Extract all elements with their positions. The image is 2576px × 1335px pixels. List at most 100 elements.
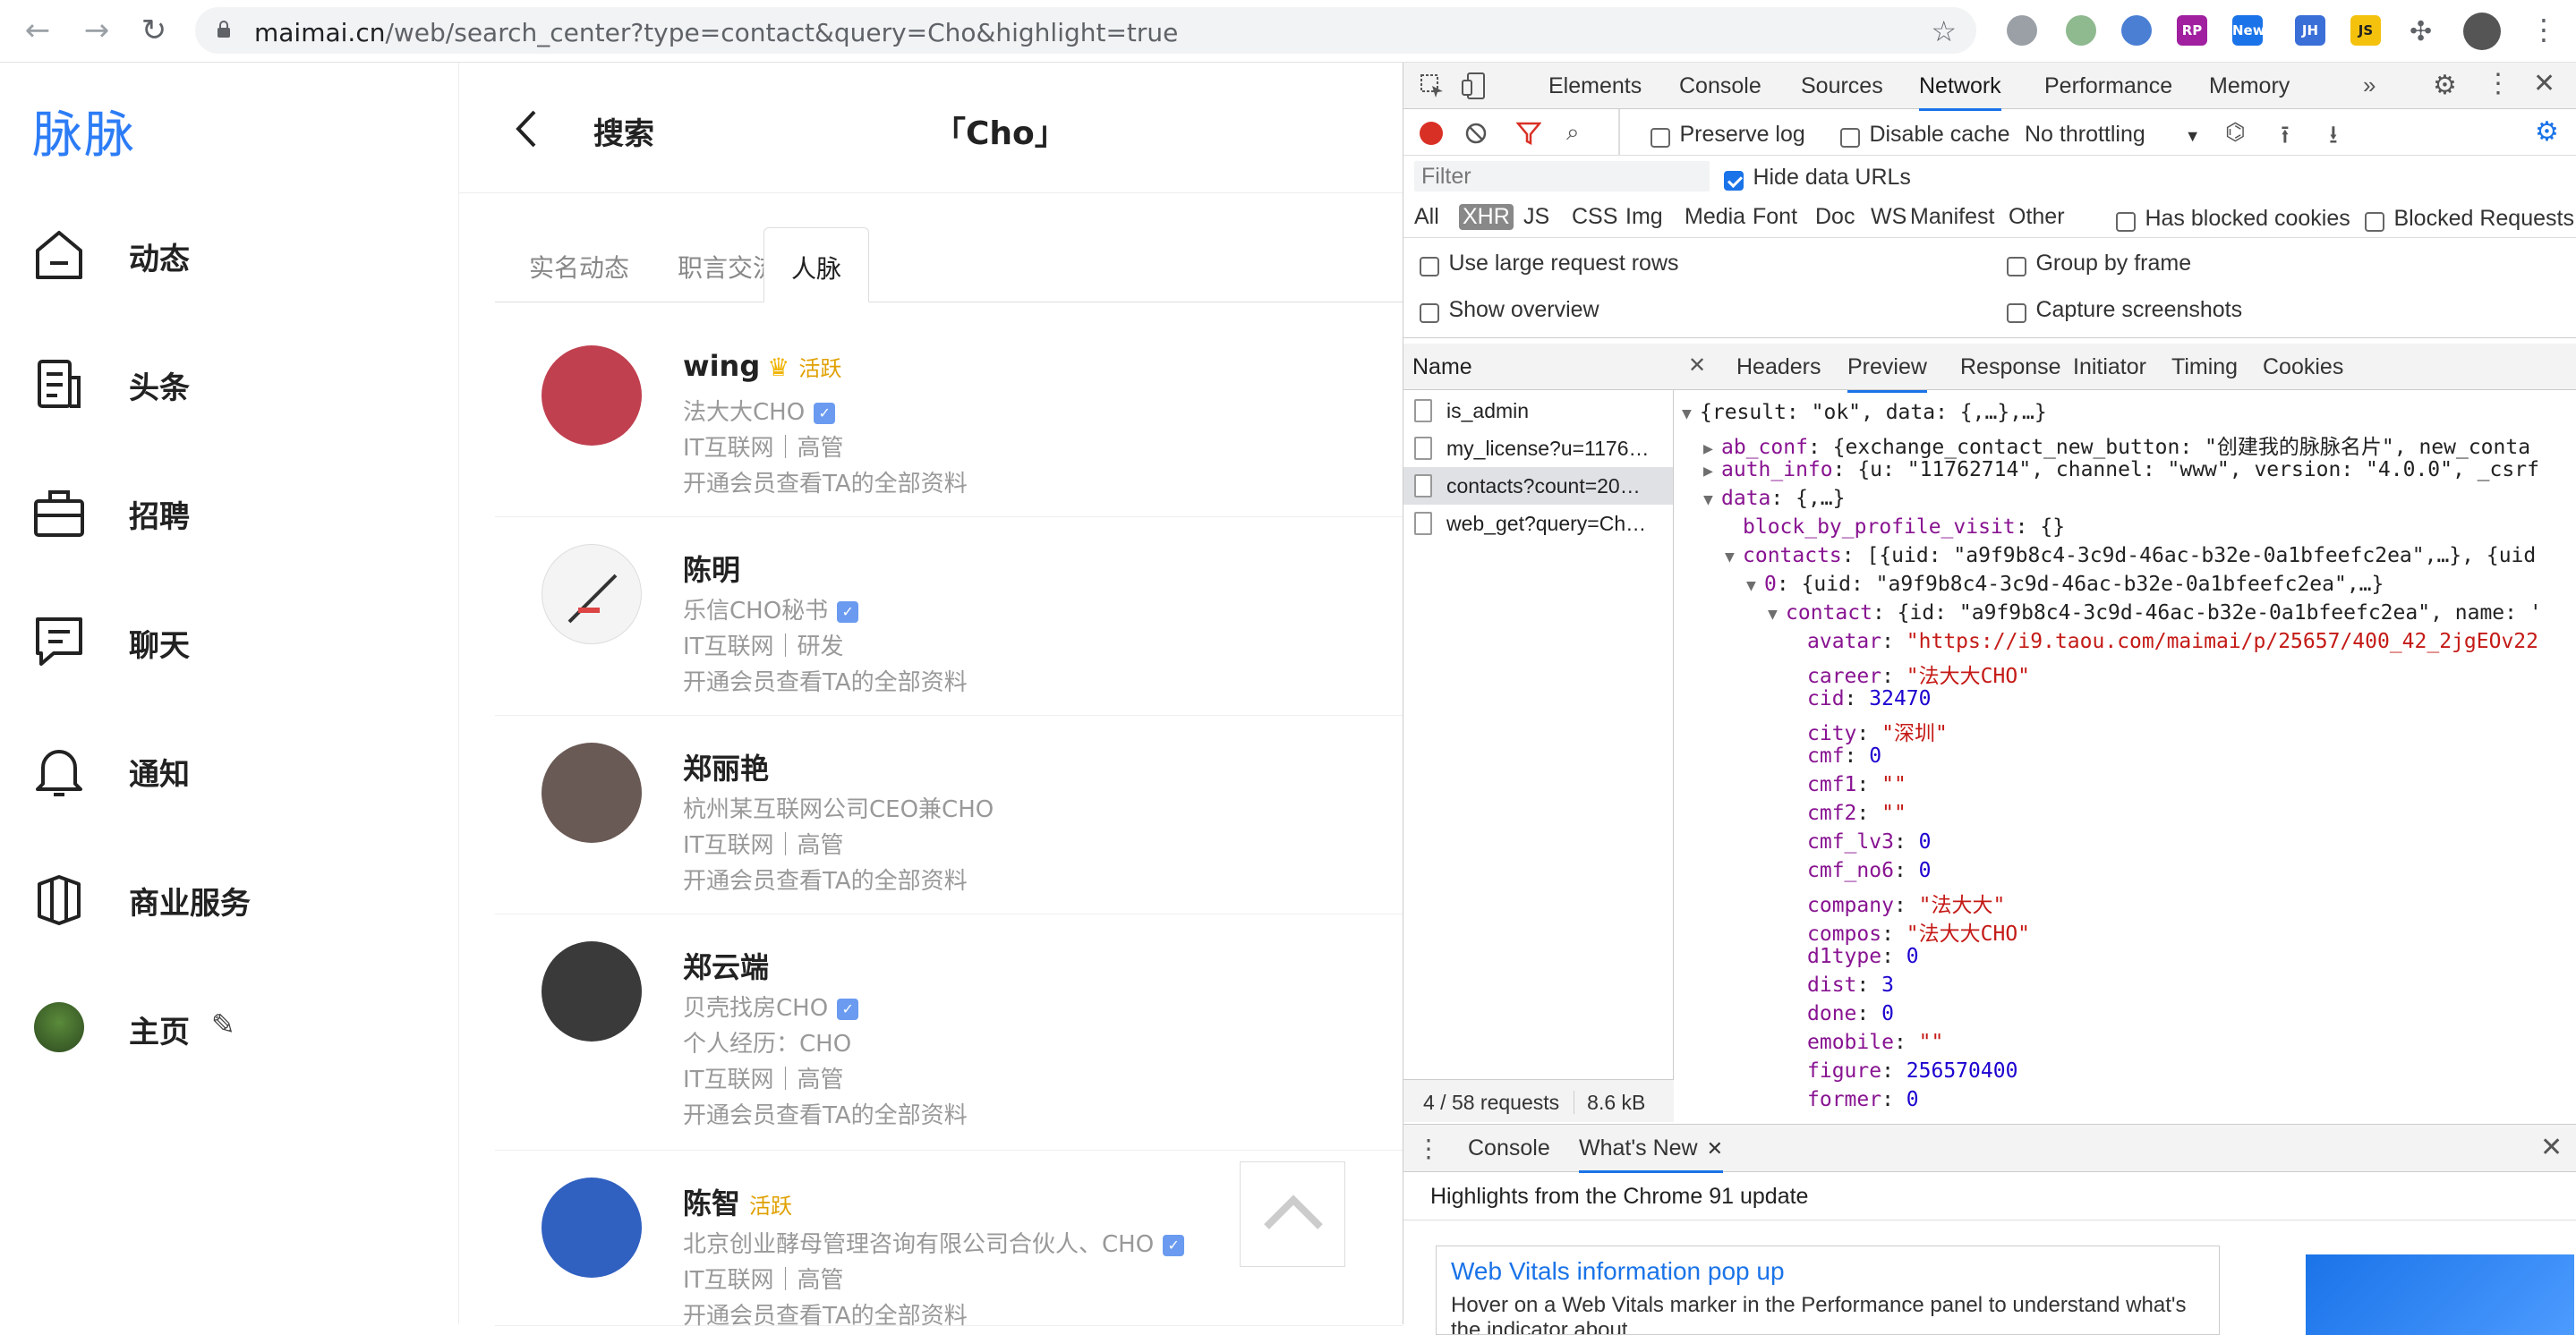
request-row[interactable]: is_admin [1403,392,1673,429]
hide-data-urls-checkbox[interactable]: Hide data URLs [1724,165,1911,191]
list-item[interactable]: wing♛活跃法大大CHO✓IT互联网｜高管开通会员查看TA的全部资料✎ [495,319,1866,517]
disable-cache-checkbox[interactable]: Disable cache [1840,122,2009,148]
close-detail-icon[interactable]: ✕ [1688,353,1706,378]
contact-name[interactable]: wing ♛ 活跃 [683,349,841,383]
expanded-triangle-icon[interactable]: ▼ [1682,404,1700,423]
type-filter-xhr[interactable]: XHR [1459,204,1514,230]
tab-elements[interactable]: Elements [1548,73,1642,99]
drawer-tab-console[interactable]: Console [1468,1135,1550,1161]
collapsed-triangle-icon[interactable]: ▶ [1703,462,1721,480]
show-overview-checkbox[interactable]: Show overview [1420,297,1599,323]
request-row[interactable]: contacts?count=20… [1403,467,1673,505]
list-item[interactable]: 郑丽艳杭州某互联网公司CEO兼CHOIT互联网｜高管开通会员查看TA的全部资料✎ [495,716,1866,914]
list-item[interactable]: 郑云端 贝壳找房CHO ✓ 个人经历：CHO IT互联网｜高管 开通会员查看TA的全部资料… [495,914,1866,1151]
member-cta[interactable]: 开通会员查看TA的全部资料 [683,1097,968,1130]
avatar[interactable] [542,345,642,446]
tree-node[interactable]: ▶ auth_info: {u: "11762714", channel: "ww… [1703,458,2539,481]
sidebar-item-home[interactable]: 动态 [32,224,426,286]
bookmark-star-icon[interactable]: ☆ [1931,14,1957,48]
type-filter-other[interactable]: Other [2009,204,2065,230]
close-tab-icon[interactable]: ✕ [1707,1137,1723,1160]
back-chevron-icon[interactable] [515,109,538,149]
tab-headers[interactable]: Headers [1736,354,1821,380]
contact-name[interactable]: 陈智 活跃 [683,1181,792,1222]
chrome-menu-icon[interactable]: ⋮ [2529,13,2558,47]
member-cta[interactable]: 开通会员查看TA的全部资料 [683,1297,968,1331]
download-har-icon[interactable]: ⭳ [2329,116,2338,159]
js-ext-icon[interactable]: JS [2350,15,2381,46]
tab-sources[interactable]: Sources [1801,73,1883,99]
preserve-log-checkbox[interactable]: Preserve log [1651,122,1805,148]
whats-new-card[interactable]: Web Vitals information pop up Hover on a… [1436,1246,2220,1335]
filter-input[interactable]: Filter [1414,161,1710,191]
contact-name[interactable]: 陈明 [683,548,740,589]
member-cta[interactable]: 开通会员查看TA的全部资料 [683,465,968,498]
member-cta[interactable]: 开通会员查看TA的全部资料 [683,863,968,896]
tree-node[interactable]: ▶ ab_conf: {exchange_contact_new_button: … [1703,429,2530,460]
tab-contacts[interactable]: 人脉 [763,227,870,302]
member-cta[interactable]: 开通会员查看TA的全部资料 [683,664,968,697]
jh-ext-icon[interactable]: JH [2295,15,2325,46]
tab-initiator[interactable]: Initiator [2073,354,2146,380]
sidebar-item-business[interactable]: 商业服务 [32,868,426,931]
expanded-triangle-icon[interactable]: ▼ [1703,490,1721,509]
drawer-tab-whatsnew[interactable]: What's New ✕ [1579,1135,1724,1173]
tree-node[interactable]: ▼ contact: {id: "a9f9b8c4-3c9d-46ac-b32e-… [1768,601,2542,625]
tab-moments[interactable]: 实名动态 [529,249,629,285]
tab-console[interactable]: Console [1679,73,1761,99]
device-toolbar-icon[interactable] [1461,72,1488,100]
avatar[interactable] [542,544,642,644]
network-settings-icon[interactable]: ⚙ [2535,116,2559,148]
group-by-frame-checkbox[interactable]: Group by frame [2007,251,2191,276]
contact-name[interactable]: 郑丽艳 [683,746,769,787]
type-filter-manifest[interactable]: Manifest [1910,204,1994,230]
sidebar-item-briefcase[interactable]: 招聘 [32,481,426,544]
type-filter-doc[interactable]: Doc [1815,204,1855,230]
throttling-select[interactable]: No throttling ▼ [2025,122,2201,148]
expanded-triangle-icon[interactable]: ▼ [1725,548,1743,566]
tab-network[interactable]: Network [1919,73,2001,111]
extensions-puzzle-icon[interactable]: ✣ [2410,16,2432,47]
type-filter-media[interactable]: Media [1685,204,1745,230]
maimai-logo[interactable]: 脉脉 [32,95,136,167]
type-filter-img[interactable]: Img [1625,204,1663,230]
tab-memory[interactable]: Memory [2209,73,2290,99]
filter-funnel-icon[interactable] [1516,122,1541,145]
large-rows-checkbox[interactable]: Use large request rows [1420,251,1679,276]
reload-icon[interactable]: ↻ [136,13,172,48]
search-icon[interactable]: ⌕ [1566,118,1580,147]
upload-har-icon[interactable]: ⭱ [2281,116,2290,159]
edit-icon[interactable]: ✎ [211,1008,235,1042]
type-filter-all[interactable]: All [1414,204,1439,230]
drawer-menu-icon[interactable]: ⋮ [1416,1134,1441,1163]
type-filter-js[interactable]: JS [1523,204,1549,230]
address-bar[interactable]: maimai.cn/web/search_center?type=contact… [195,7,1976,54]
o-ext-icon[interactable] [2121,15,2152,46]
request-row[interactable]: my_license?u=1176… [1403,429,1673,467]
has-blocked-cookies-checkbox[interactable]: Has blocked cookies [2116,206,2350,232]
avatar[interactable] [542,1178,642,1278]
name-column-header[interactable]: Name [1403,344,1674,390]
inspect-element-icon[interactable] [1420,73,1445,98]
list-item[interactable]: 陈明乐信CHO秘书✓IT互联网｜研发开通会员查看TA的全部资料✎ [495,517,1866,716]
back-arrow-icon[interactable]: ← [20,13,55,48]
sidebar-item-bell[interactable]: 通知 [32,739,426,802]
close-drawer-icon[interactable]: ✕ [2540,1132,2563,1163]
close-devtools-icon[interactable]: ✕ [2533,68,2555,99]
expanded-triangle-icon[interactable]: ▼ [1746,576,1764,595]
tab-cookies[interactable]: Cookies [2263,354,2343,380]
tab-preview[interactable]: Preview [1847,354,1927,393]
type-filter-css[interactable]: CSS [1572,204,1617,230]
avatar[interactable] [542,743,642,843]
sidebar-item-chat[interactable]: 聊天 [32,610,426,673]
settings-gear-icon[interactable]: ⚙ [2433,70,2457,101]
sidebar-item-avatar[interactable]: 主页 ✎ [32,997,426,1059]
rp-ext-icon[interactable]: RP [2177,15,2207,46]
circle-ext-icon[interactable] [2066,15,2096,46]
tab-response[interactable]: Response [1960,354,2061,380]
tree-node[interactable]: ▼ contacts: [{uid: "a9f9b8c4-3c9d-46ac-b3… [1725,544,2536,567]
capture-screenshots-checkbox[interactable]: Capture screenshots [2007,297,2242,323]
tree-node[interactable]: ▼ data: {,…} [1703,487,1845,510]
type-filter-font[interactable]: Font [1753,204,1797,230]
profile-avatar[interactable] [2463,13,2501,50]
